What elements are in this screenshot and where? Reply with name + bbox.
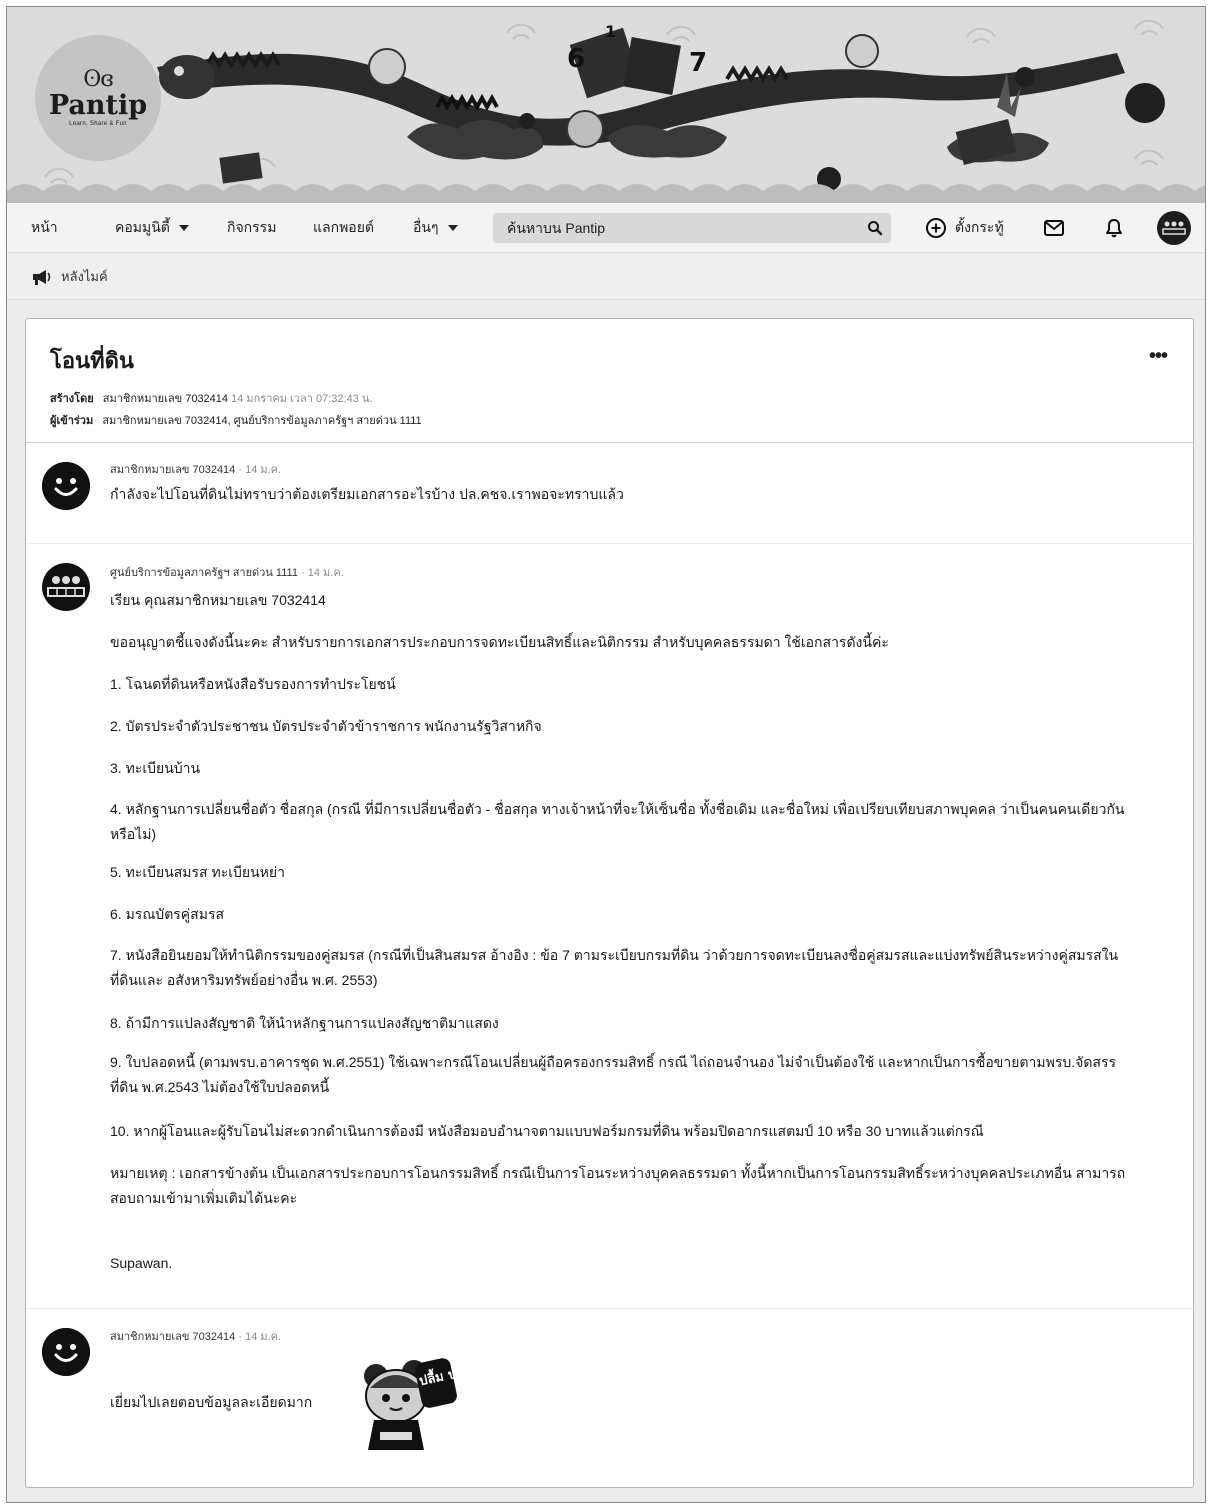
nav-points[interactable]: แลกพอยต์	[313, 203, 374, 253]
new-topic-label: ตั้งกระทู้	[955, 219, 1004, 235]
comment-meta: ศูนย์บริการข้อมูลภาครัฐฯ สายด่วน 1111 · …	[110, 563, 344, 581]
topic-header: โอนที่ดิน ••• สร้างโดย สมาชิกหมายเลข 703…	[26, 319, 1193, 443]
document-item: 10. หากผู้โอนและผู้รับโอนไม่สะดวกดำเนินก…	[110, 1123, 984, 1139]
bell-icon[interactable]	[1101, 215, 1127, 241]
nav-community[interactable]: คอมมูนิตี้	[115, 203, 189, 253]
search-box	[493, 213, 891, 243]
message-card: โอนที่ดิน ••• สร้างโดย สมาชิกหมายเลข 703…	[25, 318, 1194, 1488]
logo-mark: ʘɞ	[83, 67, 114, 92]
comment-time: · 14 ม.ค.	[301, 567, 344, 579]
comment-author[interactable]: สมาชิกหมายเลข 7032414	[110, 1331, 235, 1343]
comment-item: ศูนย์บริการข้อมูลภาครัฐฯ สายด่วน 1111 · …	[26, 545, 1193, 1309]
comment-note: หมายเหตุ : เอกสารข้างต้น เป็นเอกสารประกอ…	[110, 1165, 1126, 1206]
comment-meta: สมาชิกหมายเลข 7032414 · 14 ม.ค.	[110, 460, 281, 478]
new-topic-button[interactable]: ตั้งกระทู้	[925, 203, 1004, 253]
nav-community-label: คอมมูนิตี้	[115, 219, 170, 235]
smiley-icon	[42, 1328, 90, 1376]
created-by-label: สร้างโดย	[50, 393, 94, 405]
topic-title: โอนที่ดิน	[50, 348, 134, 373]
participants-line: ผู้เข้าร่วม สมาชิกหมายเลข 7032414, ศูนย์…	[50, 411, 422, 429]
gov-center-logo-icon	[47, 576, 85, 597]
smiley-icon	[42, 462, 90, 510]
document-item: 5. ทะเบียนสมรส ทะเบียนหย่า	[110, 864, 285, 880]
breadcrumb: หลังไมค์	[7, 254, 1205, 300]
comment-author[interactable]: สมาชิกหมายเลข 7032414	[110, 464, 235, 476]
banner-illustration: 6 7 1	[7, 7, 1205, 203]
comment-item: สมาชิกหมายเลข 7032414 · 14 ม.ค. เยี่ยมไป…	[26, 1310, 1193, 1487]
avatar[interactable]	[42, 462, 90, 510]
nav-more[interactable]: อื่นๆ	[413, 203, 458, 253]
comment-time: · 14 ม.ค.	[238, 1331, 282, 1343]
comment-greeting: เรียน คุณสมาชิกหมายเลข 7032414	[110, 592, 326, 608]
chevron-down-icon	[178, 225, 189, 231]
participants-names: สมาชิกหมายเลข 7032414, ศูนย์บริการข้อมูล…	[102, 415, 422, 427]
created-by-name[interactable]: สมาชิกหมายเลข 7032414	[103, 393, 228, 405]
megaphone-icon	[31, 268, 53, 286]
plus-circle-icon	[925, 217, 947, 239]
svg-text:1: 1	[605, 22, 616, 41]
top-navbar: หน้า คอมมูนิตี้ กิจกรรม แลกพอยต์ อื่นๆ ต…	[7, 203, 1205, 253]
logo-text: Pantip	[48, 90, 148, 121]
breadcrumb-label[interactable]: หลังไมค์	[61, 266, 108, 287]
document-item: 2. บัตรประจำตัวประชาชน บัตรประจำตัวข้ารา…	[110, 718, 542, 734]
comment-time: · 14 ม.ค.	[238, 464, 282, 476]
participants-label: ผู้เข้าร่วม	[50, 415, 94, 427]
comment-item: สมาชิกหมายเลข 7032414 · 14 ม.ค. กำลังจะไ…	[26, 444, 1193, 544]
svg-text:6: 6	[567, 44, 585, 74]
svg-text:7: 7	[689, 48, 707, 78]
nav-more-label: อื่นๆ	[413, 219, 439, 235]
mail-icon[interactable]	[1041, 215, 1067, 241]
logo-tagline: Learn, Share & Fun	[69, 121, 127, 127]
comment-author[interactable]: ศูนย์บริการข้อมูลภาครัฐฯ สายด่วน 1111	[110, 567, 298, 579]
created-time: 14 มกราคม เวลา 07:32:43 น.	[231, 393, 373, 405]
document-item: 8. ถ้ามีการแปลงสัญชาติ ให้นำหลักฐานการแป…	[110, 1015, 499, 1031]
comment-intro: ขออนุญาตชี้แจงดังนี้นะคะ สำหรับรายการเอก…	[110, 634, 889, 650]
nav-activities[interactable]: กิจกรรม	[227, 203, 276, 253]
header-banner: 6 7 1 ʘɞ Pantip Learn, Share & Fun	[7, 7, 1205, 203]
nav-home[interactable]: หน้า	[31, 203, 58, 253]
more-options-icon[interactable]: •••	[1149, 345, 1168, 368]
comment-text: เยี่ยมไปเลยตอบข้อมูลละเอียดมาก	[110, 1394, 313, 1410]
created-by-line: สร้างโดย สมาชิกหมายเลข 7032414 14 มกราคม…	[50, 389, 372, 407]
sticker-image: ปลื้ม ปริ่ม	[364, 1358, 458, 1450]
document-item: 1. โฉนดที่ดินหรือหนังสือรับรองการทำประโย…	[110, 676, 396, 692]
search-icon[interactable]	[863, 217, 887, 239]
search-input[interactable]	[493, 213, 853, 243]
avatar[interactable]	[42, 563, 90, 611]
document-item: 6. มรณบัตรคู่สมรส	[110, 906, 225, 922]
comment-meta: สมาชิกหมายเลข 7032414 · 14 ม.ค.	[110, 1327, 281, 1345]
pantip-logo[interactable]: ʘɞ Pantip Learn, Share & Fun	[35, 35, 161, 161]
avatar[interactable]	[42, 1328, 90, 1376]
comment-signature: Supawan.	[110, 1255, 173, 1271]
page-frame: 6 7 1 ʘɞ Pantip Learn, Share & Fun หน้า	[6, 6, 1206, 1503]
document-item: 3. ทะเบียนบ้าน	[110, 760, 201, 776]
comment-text: กำลังจะไปโอนที่ดินไม่ทราบว่าต้องเตรียมเอ…	[110, 486, 624, 502]
document-item: 9. ใบปลอดหนี้ (ตามพรบ.อาคารชุด พ.ศ.2551)…	[110, 1054, 1117, 1095]
chevron-down-icon	[447, 225, 458, 231]
document-item: 7. หนังสือยินยอมให้ทำนิติกรรมของคู่สมรส …	[110, 947, 1119, 988]
user-avatar[interactable]	[1157, 211, 1191, 245]
document-item: 4. หลักฐานการเปลี่ยนชื่อตัว ชื่อสกุล (กร…	[110, 801, 1125, 842]
